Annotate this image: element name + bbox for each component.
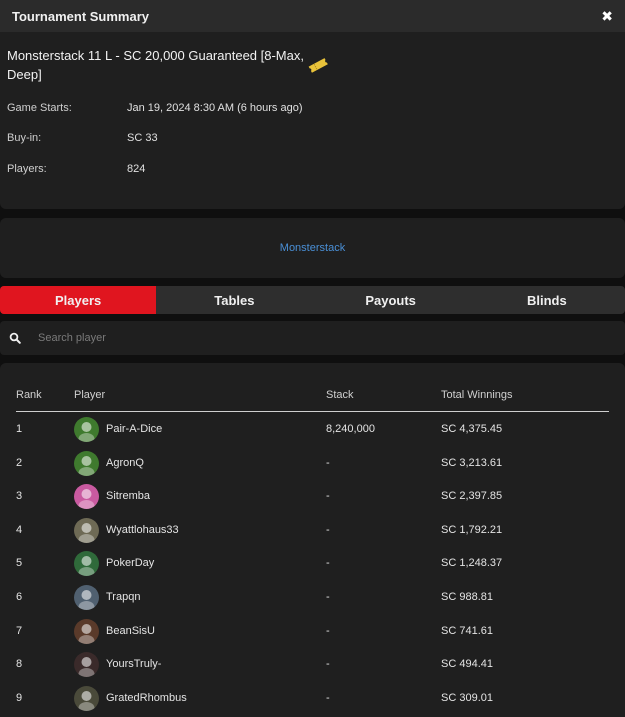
player-name[interactable]: BeanSisU bbox=[106, 625, 155, 637]
player-name[interactable]: YoursTruly- bbox=[106, 658, 161, 670]
winnings-cell: SC 309.01 bbox=[441, 691, 493, 704]
player-name[interactable]: GratedRhombus bbox=[106, 692, 187, 704]
stack-cell: - bbox=[326, 557, 330, 570]
series-panel: Monsterstack bbox=[0, 218, 625, 278]
window-title: Tournament Summary bbox=[12, 8, 150, 24]
stack-cell: - bbox=[326, 591, 330, 603]
table-row[interactable]: 5 PokerDay - SC 1,248.37 bbox=[16, 547, 609, 580]
series-link[interactable]: Monsterstack bbox=[280, 242, 345, 254]
table-row[interactable]: 4 Wyattlohaus33 - SC 1,792.21 bbox=[16, 514, 609, 547]
table-header: Rank Player Stack Total Winnings bbox=[16, 387, 609, 412]
detail-value: 824 bbox=[127, 163, 146, 175]
winnings-cell: SC 988.81 bbox=[441, 591, 493, 603]
tournament-info-panel: Monsterstack 11 L - SC 20,000 Guaranteed… bbox=[0, 32, 625, 209]
stack-cell: 8,240,000 bbox=[326, 423, 375, 435]
tab-players[interactable]: Players bbox=[0, 286, 157, 314]
avatar bbox=[74, 618, 99, 644]
rank-cell: 3 bbox=[16, 490, 23, 503]
detail-value: Jan 19, 2024 8:30 AM (6 hours ago) bbox=[127, 102, 303, 114]
rank-cell: 8 bbox=[16, 658, 23, 671]
avatar bbox=[74, 417, 99, 442]
avatar bbox=[74, 652, 99, 678]
title-bar: Tournament Summary ✖ bbox=[0, 0, 625, 32]
player-name[interactable]: Sitremba bbox=[106, 490, 150, 502]
detail-value: SC 33 bbox=[127, 132, 158, 144]
winnings-cell: SC 494.41 bbox=[441, 658, 493, 671]
search-bar bbox=[0, 321, 625, 355]
table-row[interactable]: 2 AgronQ - SC 3,213.61 bbox=[16, 447, 609, 480]
avatar bbox=[74, 551, 99, 577]
tab-tables[interactable]: Tables bbox=[156, 286, 312, 314]
stack-cell: - bbox=[326, 523, 330, 536]
winnings-cell: SC 741.61 bbox=[441, 624, 493, 637]
rank-cell: 9 bbox=[16, 691, 23, 704]
close-icon[interactable]: ✖ bbox=[601, 8, 613, 24]
avatar bbox=[74, 585, 99, 610]
header-stack: Stack bbox=[326, 389, 354, 401]
rank-cell: 7 bbox=[16, 624, 23, 637]
header-player: Player bbox=[74, 389, 106, 401]
winnings-cell: SC 3,213.61 bbox=[441, 456, 503, 469]
winnings-cell: SC 4,375.45 bbox=[441, 423, 503, 435]
search-icon bbox=[9, 332, 21, 347]
detail-label: Players: bbox=[7, 163, 47, 175]
table-row[interactable]: 3 Sitremba - SC 2,397.85 bbox=[16, 480, 609, 513]
detail-label: Buy-in: bbox=[7, 132, 42, 144]
stack-cell: - bbox=[326, 456, 330, 469]
detail-label: Game Starts: bbox=[7, 102, 72, 114]
tab-bar: Players Tables Payouts Blinds bbox=[0, 286, 625, 314]
tournament-name: Monsterstack 11 L - SC 20,000 Guaranteed… bbox=[7, 48, 304, 82]
table-row[interactable]: 8 YoursTruly- - SC 494.41 bbox=[16, 648, 609, 681]
avatar bbox=[74, 517, 99, 543]
table-row[interactable]: 7 BeanSisU - SC 741.61 bbox=[16, 615, 609, 648]
player-name[interactable]: Wyattlohaus33 bbox=[106, 524, 179, 536]
player-name[interactable]: AgronQ bbox=[106, 457, 144, 469]
avatar bbox=[74, 450, 99, 476]
search-input[interactable] bbox=[38, 329, 598, 347]
table-row[interactable]: 1 Pair-A-Dice 8,240,000 SC 4,375.45 bbox=[16, 413, 609, 446]
winnings-cell: SC 1,792.21 bbox=[441, 523, 503, 536]
player-name[interactable]: PokerDay bbox=[106, 557, 154, 569]
avatar bbox=[74, 685, 99, 711]
winnings-cell: SC 2,397.85 bbox=[441, 490, 503, 503]
stack-cell: - bbox=[326, 490, 330, 503]
winnings-cell: SC 1,248.37 bbox=[441, 557, 503, 570]
player-name[interactable]: Trapqn bbox=[106, 591, 140, 603]
tab-blinds[interactable]: Blinds bbox=[469, 286, 625, 314]
rank-cell: 2 bbox=[16, 456, 23, 469]
header-total-winnings: Total Winnings bbox=[441, 389, 513, 401]
stack-cell: - bbox=[326, 691, 330, 704]
players-table: Rank Player Stack Total Winnings 1 Pair-A… bbox=[0, 363, 625, 717]
stack-cell: - bbox=[326, 658, 330, 671]
table-row[interactable]: 6 Trapqn - SC 988.81 bbox=[16, 581, 609, 614]
player-name[interactable]: Pair-A-Dice bbox=[106, 423, 162, 435]
avatar bbox=[74, 484, 99, 510]
rank-cell: 5 bbox=[16, 557, 23, 570]
stack-cell: - bbox=[326, 624, 330, 637]
rank-cell: 1 bbox=[16, 423, 23, 435]
rank-cell: 4 bbox=[16, 523, 23, 536]
table-row[interactable]: 9 GratedRhombus - SC 309.01 bbox=[16, 682, 609, 715]
tab-payouts[interactable]: Payouts bbox=[313, 286, 469, 314]
header-rank: Rank bbox=[16, 389, 42, 401]
rank-cell: 6 bbox=[16, 591, 23, 603]
ticket-icon bbox=[307, 57, 329, 76]
